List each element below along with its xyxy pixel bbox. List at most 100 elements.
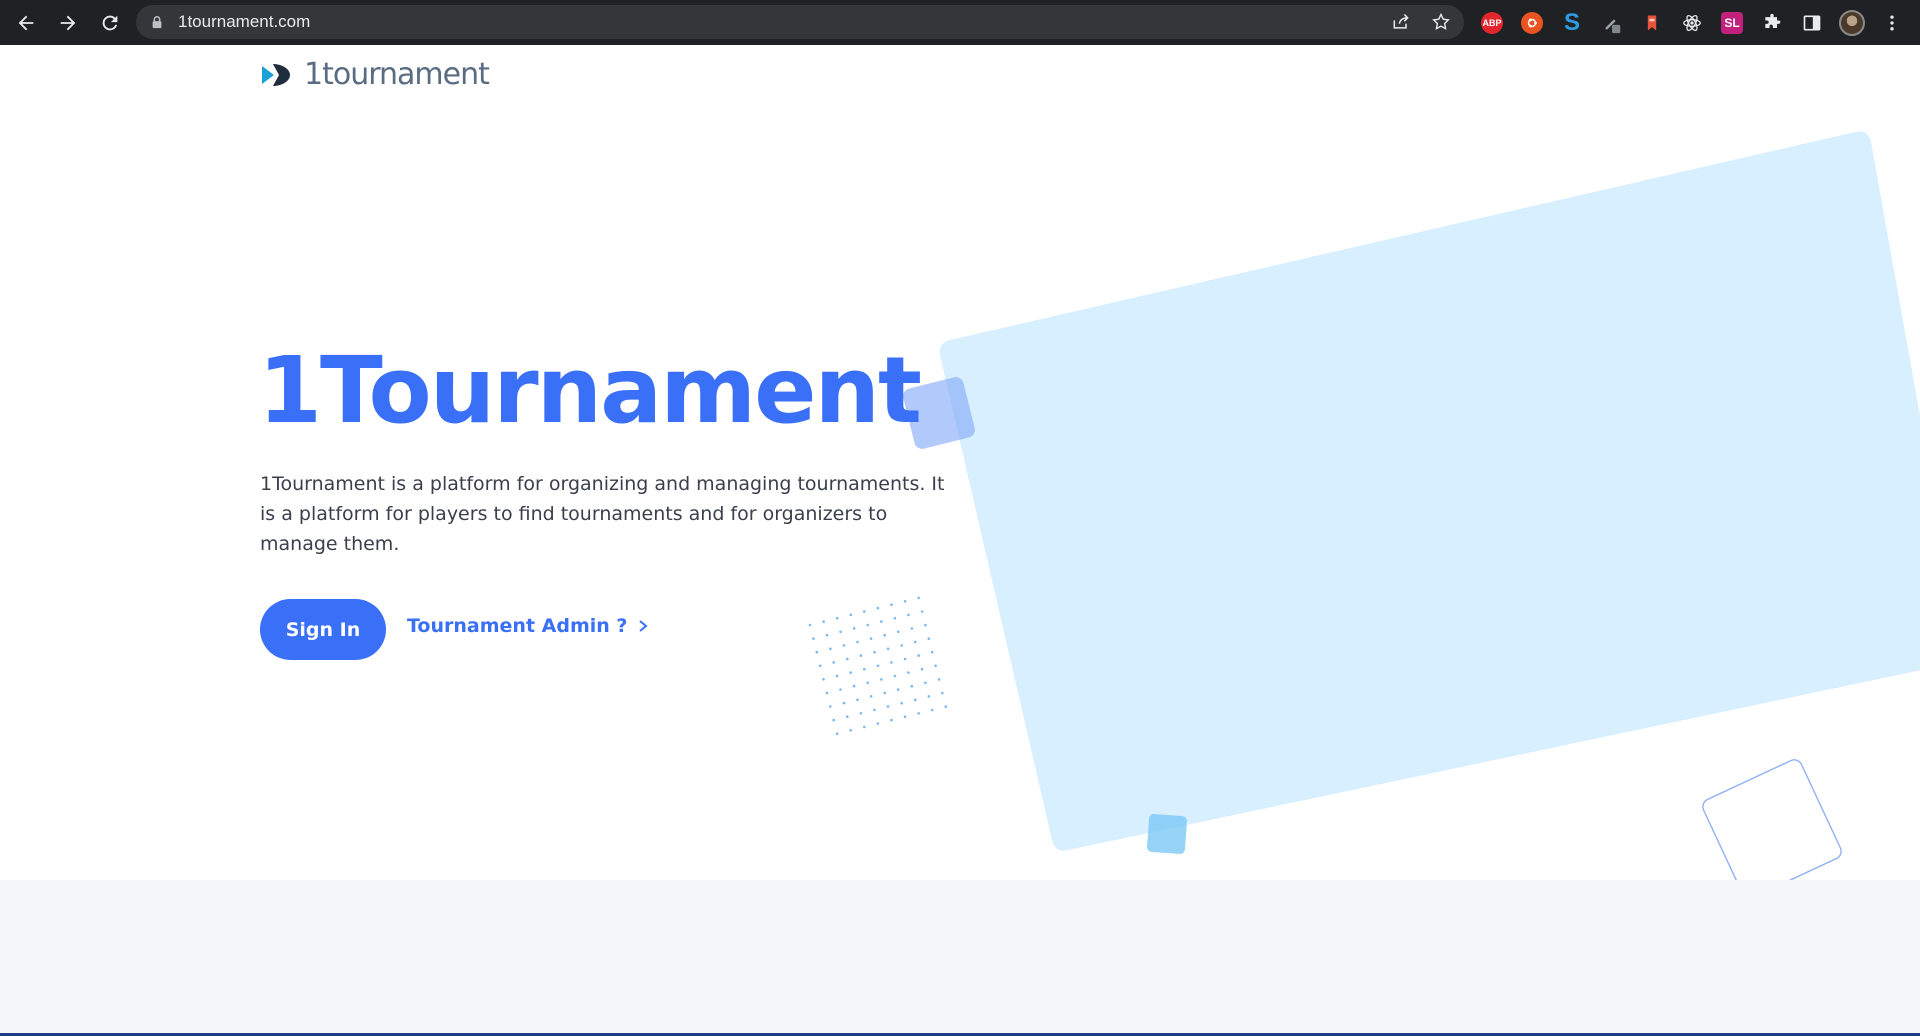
puzzle-icon [1765,13,1781,28]
dot [876,664,880,668]
dot [910,627,914,630]
dot [835,732,839,735]
pen-extension[interactable] [1592,3,1632,43]
large-tilted-panel-shape [939,131,1920,851]
side-panel-icon [1803,15,1821,30]
dot [913,640,917,644]
lock-icon[interactable] [150,14,166,30]
dot-grid-pattern [808,596,948,735]
s-extension[interactable]: S [1552,3,1592,43]
tournament-admin-label: Tournament Admin ? [407,615,628,637]
tournament-admin-link[interactable]: Tournament Admin ? [407,615,649,637]
extensions-bar: ABP S SL [1472,0,1912,45]
dot [903,657,907,661]
kebab-menu-icon [1890,15,1894,30]
dot [907,613,910,617]
address-bar[interactable]: 1tournament.com [136,5,1464,39]
url-text[interactable]: 1tournament.com [178,12,310,32]
dot [863,725,866,729]
dot [859,654,863,657]
share-icon[interactable] [1388,9,1414,35]
page-content: 1tournament 1Tournament 1Tournament is a… [0,45,1920,1036]
avatar [1839,9,1865,36]
reload-icon [102,15,118,30]
dot [835,616,839,620]
dot [890,603,893,606]
dot [924,681,927,685]
dot [903,600,907,603]
dot [863,667,866,671]
dot [941,691,944,695]
hero-decoration [808,131,1920,880]
s-logo-icon: S [1563,8,1580,36]
dot [808,623,812,627]
dot [856,640,859,644]
dot [869,695,873,698]
react-devtools-extension[interactable] [1672,3,1712,43]
adblock-plus-extension[interactable]: ABP [1472,3,1512,43]
brand-logo-icon [262,63,290,86]
dot [849,613,853,617]
dot [815,650,819,654]
dot [863,610,866,613]
brand-name: 1tournament [304,57,490,92]
small-cyan-square-shape [1147,814,1187,854]
dot [835,674,839,678]
dot [934,664,937,668]
ubuntu-icon [1521,11,1543,34]
dot [930,708,934,712]
puzzle-extension[interactable] [1752,3,1792,43]
pen-icon [1605,18,1621,33]
dot [896,688,900,691]
sign-in-button[interactable]: Sign In [260,599,386,660]
bookmark-ribbon-icon [1647,15,1657,30]
dot [849,729,852,732]
dot [883,633,886,637]
back-button[interactable] [6,3,46,43]
dot [907,671,910,674]
dot [842,644,846,647]
dot [852,684,856,688]
dot [920,667,924,671]
dot [883,691,886,695]
dot [890,661,893,664]
dot [900,701,903,705]
forward-button[interactable] [48,3,88,43]
dot [829,705,832,708]
section-band [0,880,1920,1036]
dot [917,654,920,657]
dot [920,610,924,613]
profile-avatar-button[interactable] [1832,3,1872,43]
dot [846,657,849,661]
dot [873,708,876,712]
brand-header[interactable]: 1tournament [260,57,490,92]
react-atom-icon [1683,14,1701,31]
dot [856,698,859,701]
side-panel-extension[interactable] [1792,3,1832,43]
outlined-square-shape [1702,759,1842,880]
dot [842,701,846,705]
dot [825,691,829,695]
dot [917,712,920,715]
dot [876,606,880,610]
dot [866,623,869,627]
adblock-icon: ABP [1481,11,1503,34]
menu-button[interactable] [1872,3,1912,43]
dot [812,637,815,640]
reload-button[interactable] [90,3,130,43]
dot [897,630,900,634]
sl-icon: SL [1721,11,1743,34]
bookmark-extension[interactable] [1632,3,1672,43]
dot [832,661,835,664]
ubuntu-extension[interactable] [1512,3,1552,43]
hero-description: 1Tournament is a platform for organizing… [260,473,945,555]
dot [846,715,849,718]
dot [825,633,829,637]
dot [822,678,825,681]
dot [903,715,907,718]
dot [944,705,948,708]
dot [886,705,890,708]
star-icon[interactable] [1428,9,1454,35]
sl-extension[interactable]: SL [1712,3,1752,43]
back-arrow-icon [18,15,34,30]
